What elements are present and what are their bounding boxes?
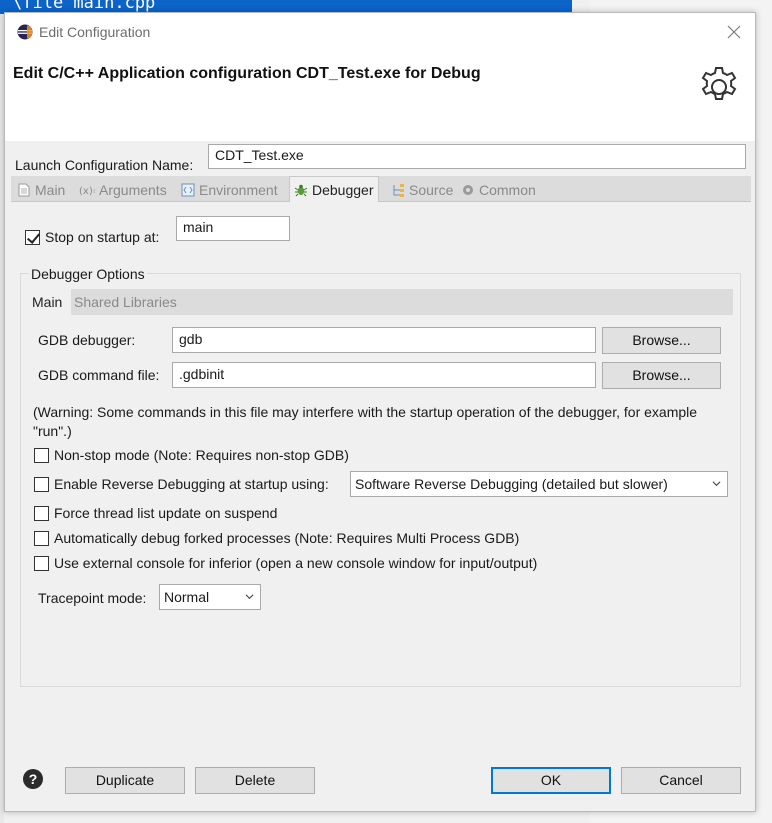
bug-icon	[294, 184, 308, 196]
ok-button[interactable]: OK	[491, 767, 611, 794]
gdb-debugger-browse-button[interactable]: Browse...	[602, 327, 721, 354]
gdb-debugger-input[interactable]: gdb	[172, 327, 596, 353]
debug-forked-checkbox[interactable]	[34, 530, 49, 546]
stop-on-startup-input[interactable]: main	[176, 216, 290, 241]
tracepoint-mode-select[interactable]: Normal	[159, 584, 261, 610]
non-stop-mode-label: Non-stop mode (Note: Requires non-stop G…	[54, 447, 349, 463]
launch-config-name-input[interactable]: CDT_Test.exe	[208, 144, 746, 169]
window-title: Edit Configuration	[39, 24, 151, 40]
source-icon	[393, 184, 404, 197]
config-tabs: Main (x)= Arguments Environment	[11, 176, 751, 202]
chevron-down-icon	[245, 594, 254, 600]
close-button[interactable]	[723, 21, 745, 43]
tab-source[interactable]: Source	[391, 179, 453, 201]
reverse-debugging-label: Enable Reverse Debugging at startup usin…	[54, 476, 329, 492]
chevron-down-icon	[712, 481, 721, 487]
option-external-console[interactable]: Use external console for inferior (open …	[34, 555, 537, 571]
tab-arguments-label: Arguments	[99, 182, 167, 198]
dialog-content: Launch Configuration Name: CDT_Test.exe …	[5, 141, 755, 741]
help-icon[interactable]: ?	[23, 769, 43, 789]
stop-on-startup-label: Stop on startup at:	[45, 229, 160, 245]
option-debug-forked[interactable]: Automatically debug forked processes (No…	[34, 530, 519, 546]
subtab-main[interactable]: Main	[29, 289, 71, 315]
debug-forked-label: Automatically debug forked processes (No…	[54, 530, 520, 546]
cancel-button[interactable]: Cancel	[621, 767, 741, 794]
eclipse-icon	[17, 24, 33, 40]
external-console-checkbox[interactable]	[34, 555, 49, 571]
tab-environment-label: Environment	[199, 182, 278, 198]
tab-main[interactable]: Main	[17, 179, 65, 201]
reverse-debugging-mode-value: Software Reverse Debugging (detailed but…	[355, 476, 668, 492]
dialog-heading: Edit C/C++ Application configuration CDT…	[13, 65, 481, 82]
title-bar: Edit Configuration	[5, 13, 755, 51]
stop-on-startup-checkbox[interactable]	[25, 229, 40, 245]
non-stop-mode-checkbox[interactable]	[34, 447, 49, 463]
tab-environment[interactable]: Environment	[181, 179, 278, 201]
close-icon	[727, 25, 741, 39]
tab-source-label: Source	[409, 182, 454, 198]
gdb-command-file-label: GDB command file:	[38, 367, 160, 383]
launch-config-name-label: Launch Configuration Name:	[15, 157, 194, 173]
command-file-warning: (Warning: Some commands in this file may…	[33, 404, 698, 439]
gdb-command-file-input[interactable]: .gdbinit	[172, 362, 596, 388]
tab-main-label: Main	[35, 182, 66, 198]
duplicate-button[interactable]: Duplicate	[65, 767, 185, 794]
tracepoint-mode-label: Tracepoint mode:	[38, 590, 147, 606]
tracepoint-mode-value: Normal	[164, 589, 210, 605]
external-console-label: Use external console for inferior (open …	[54, 555, 538, 571]
arguments-icon: (x)=	[79, 186, 95, 197]
option-reverse-debugging[interactable]: Enable Reverse Debugging at startup usin…	[34, 476, 329, 492]
tab-common[interactable]: Common	[461, 179, 536, 201]
tab-debugger[interactable]: Debugger	[289, 176, 379, 202]
reverse-debugging-mode-select[interactable]: Software Reverse Debugging (detailed but…	[350, 471, 728, 497]
common-gear-icon	[463, 185, 473, 195]
option-force-thread-update[interactable]: Force thread list update on suspend	[34, 505, 277, 521]
dialog-header: Edit C/C++ Application configuration CDT…	[5, 51, 755, 141]
tab-common-label: Common	[479, 182, 536, 198]
stop-on-startup-row: Stop on startup at:	[25, 229, 159, 245]
document-icon	[18, 183, 30, 197]
reverse-debugging-checkbox[interactable]	[34, 476, 49, 492]
settings-gear-icon	[701, 67, 737, 100]
gdb-command-file-browse-button[interactable]: Browse...	[602, 362, 721, 389]
delete-button[interactable]: Delete	[195, 767, 315, 794]
subtab-shared-libraries[interactable]: Shared Libraries	[74, 289, 177, 315]
tab-debugger-label: Debugger	[312, 181, 374, 198]
svg-text:(x)=: (x)=	[79, 186, 95, 197]
gdb-debugger-label: GDB debugger:	[38, 332, 136, 348]
tab-arguments[interactable]: (x)= Arguments	[79, 179, 167, 201]
debugger-options-subtabs: Main Shared Libraries	[29, 289, 733, 315]
force-thread-update-label: Force thread list update on suspend	[54, 505, 278, 521]
force-thread-update-checkbox[interactable]	[34, 505, 49, 521]
debugger-options-title: Debugger Options	[29, 266, 147, 282]
environment-icon	[181, 183, 195, 197]
option-non-stop-mode[interactable]: Non-stop mode (Note: Requires non-stop G…	[34, 447, 349, 463]
edit-configuration-dialog: Edit Configuration Edit C/C++ Applicatio…	[4, 12, 756, 812]
